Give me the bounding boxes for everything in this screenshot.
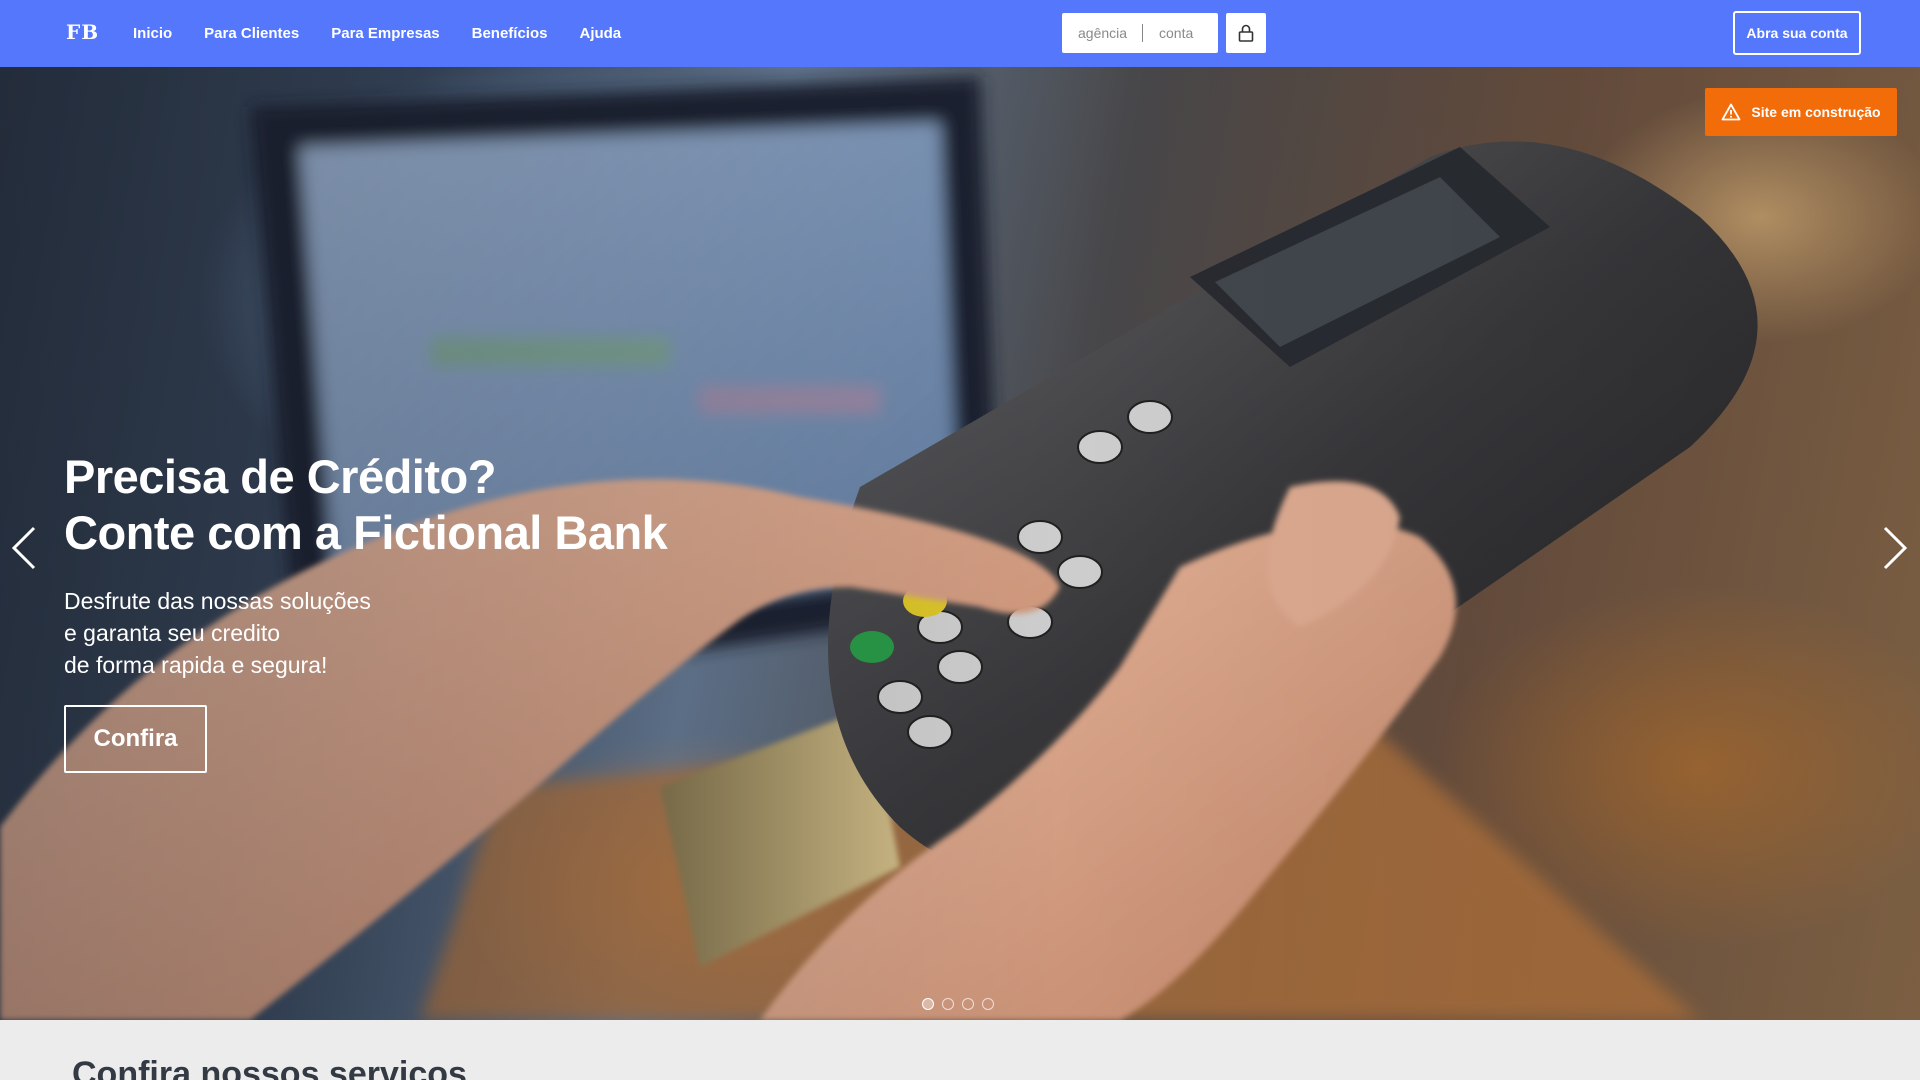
carousel-dot-1[interactable] [922,998,934,1010]
under-construction-badge[interactable]: Site em construção [1705,88,1897,136]
hero-title: Precisa de Crédito? Conte com a Fictiona… [64,449,824,561]
top-navbar: FB Inicio Para Clientes Para Empresas Be… [0,0,1920,67]
chevron-right-icon [1883,526,1908,570]
open-account-button[interactable]: Abra sua conta [1733,11,1861,55]
conta-input[interactable] [1143,14,1215,52]
carousel-dot-3[interactable] [962,998,974,1010]
carousel-next-button[interactable] [1877,518,1913,578]
carousel-prev-button[interactable] [6,518,42,578]
hero-description: Desfrute das nossas soluções e garanta s… [64,585,584,681]
confira-button[interactable]: Confira [64,705,207,773]
services-section: Confira nossos serviços [0,1020,1920,1080]
hero-description-line: de forma rapida e segura! [64,652,328,678]
nav-link-beneficios[interactable]: Benefícios [472,25,548,42]
agencia-input[interactable] [1062,14,1142,52]
hero-description-line: e garanta seu credito [64,620,281,646]
carousel-dot-4[interactable] [982,998,994,1010]
login-submit-button[interactable] [1226,13,1266,53]
services-heading: Confira nossos serviços [72,1055,467,1080]
lock-icon [1238,24,1254,42]
carousel-indicators [922,998,994,1010]
nav-link-ajuda[interactable]: Ajuda [579,25,621,42]
warning-icon [1722,103,1741,121]
chevron-left-icon [11,526,36,570]
main-nav: Inicio Para Clientes Para Empresas Benef… [133,0,653,67]
under-construction-label: Site em construção [1751,104,1881,120]
hero-title-line: Conte com a Fictional Bank [64,506,668,559]
login-form [1062,13,1218,53]
hero-carousel: Site em construção Precisa de Crédito? C… [0,67,1920,1020]
bank-logo[interactable]: FB [66,20,99,44]
hero-description-line: Desfrute das nossas soluções [64,588,371,614]
nav-link-para-clientes[interactable]: Para Clientes [204,25,299,42]
nav-link-para-empresas[interactable]: Para Empresas [331,25,439,42]
hero-title-line: Precisa de Crédito? [64,450,496,503]
carousel-dot-2[interactable] [942,998,954,1010]
nav-link-inicio[interactable]: Inicio [133,25,172,42]
